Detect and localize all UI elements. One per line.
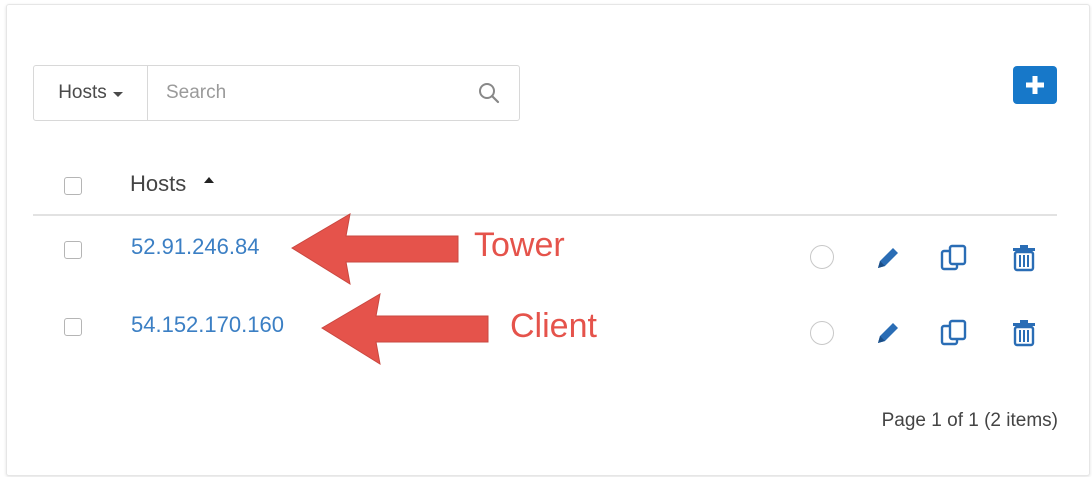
column-header-hosts[interactable]: Hosts [130,171,215,197]
pencil-icon[interactable] [874,319,902,347]
copy-icon[interactable] [938,242,970,274]
header-divider [33,214,1057,216]
annotation-label: Client [510,307,597,345]
trash-icon[interactable] [1010,243,1038,273]
row-radio[interactable] [810,321,834,345]
sort-ascending-icon [204,177,215,183]
search-group: Hosts [33,65,520,121]
pagination-text: Page 1 of 1 (2 items) [881,410,1058,431]
copy-icon[interactable] [938,317,970,349]
pencil-icon[interactable] [874,244,902,272]
column-header-label: Hosts [130,171,187,196]
caret-down-icon [112,91,123,97]
row-checkbox[interactable] [64,241,82,259]
plus-icon [1026,76,1044,94]
row-radio[interactable] [810,245,834,269]
search-input[interactable] [148,66,459,120]
arrow-annotation [291,213,459,286]
row-checkbox[interactable] [64,318,82,336]
select-all-checkbox[interactable] [64,177,82,195]
filter-dropdown[interactable]: Hosts [34,66,148,120]
filter-dropdown-label: Hosts [58,82,107,103]
search-icon[interactable] [459,66,519,120]
host-link[interactable]: 52.91.246.84 [131,234,259,260]
annotation-label: Tower [474,226,565,264]
host-link[interactable]: 54.152.170.160 [131,312,284,338]
add-host-button[interactable] [1013,66,1057,104]
trash-icon[interactable] [1010,318,1038,348]
arrow-annotation [321,293,489,366]
